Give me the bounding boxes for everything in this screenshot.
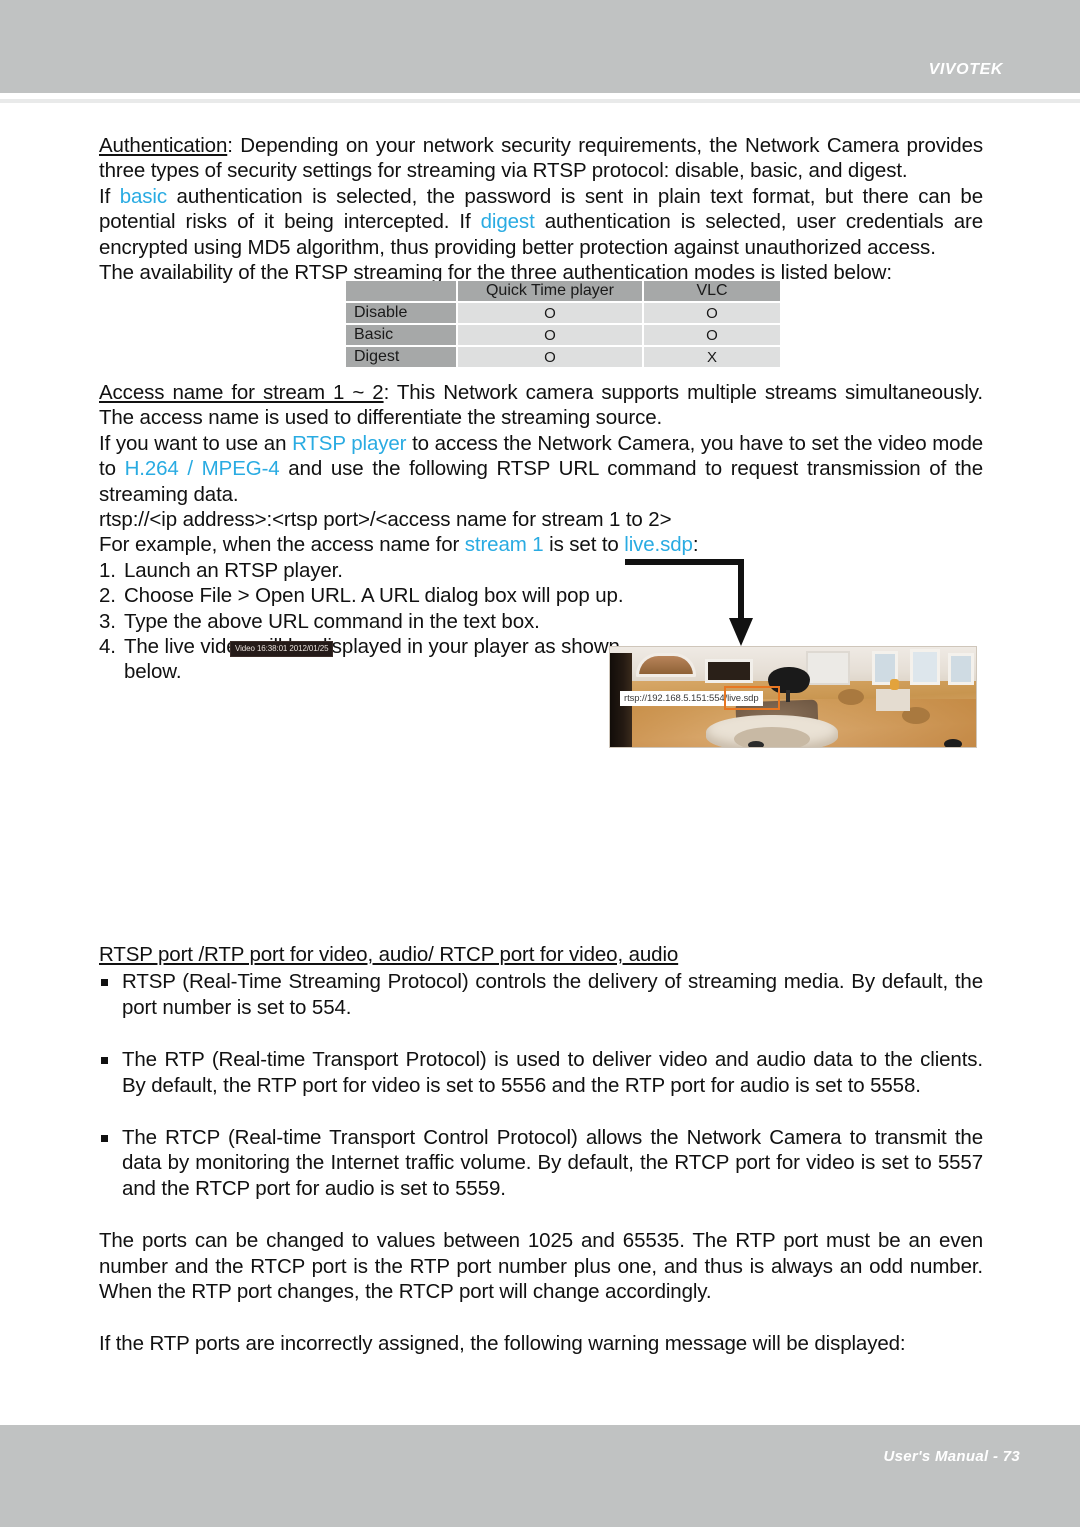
room-window <box>910 649 940 685</box>
example-text-2: is set to <box>543 533 625 557</box>
ports-warning-paragraph: If the RTP ports are incorrectly assigne… <box>99 1332 906 1356</box>
step-number: 2. <box>99 584 116 608</box>
step-text: Choose File > Open URL. A URL dialog box… <box>124 584 624 608</box>
step-number: 3. <box>99 609 116 633</box>
table-header-row: Quick Time player VLC <box>346 281 780 301</box>
column-header-vlc: VLC <box>644 281 780 301</box>
cell-digest-vlc: X <box>644 347 780 367</box>
rtsp-player-keyword: RTSP player <box>292 431 407 455</box>
rtsp-steps-list: 1. Launch an RTSP player. 2. Choose File >… <box>99 558 629 685</box>
ports-section: RTSP port /RTP port for video, audio/ RT… <box>99 942 983 1357</box>
page-footer-bar <box>0 1425 1080 1527</box>
arrow-icon <box>625 559 753 646</box>
basic-digest-paragraph: If basic authentication is selected, the… <box>99 184 983 260</box>
room-shelf <box>806 651 850 685</box>
live-video-screenshot: rtsp://192.168.5.151:554/live.sdp <box>609 646 977 748</box>
example-text-3: : <box>692 533 699 557</box>
cell-basic-quicktime: O <box>458 325 642 345</box>
room-lamp <box>890 679 899 690</box>
cell-basic-vlc: O <box>644 325 780 345</box>
room-arch-shelving <box>636 653 696 677</box>
step-number: 1. <box>99 558 116 582</box>
header-divider-rule <box>0 99 1080 103</box>
example-text-1: For example, when the access name for <box>99 533 465 557</box>
authentication-body: : Depending on your network security req… <box>99 134 983 183</box>
room-window <box>948 653 974 685</box>
row-header-digest: Digest <box>346 347 456 367</box>
cell-digest-quicktime: O <box>458 347 642 367</box>
list-item: The RTCP (Real-time Transport Control Pr… <box>99 1125 983 1201</box>
step-text: The live video will be displayed in your… <box>124 635 620 684</box>
h264-mpeg4-keyword: H.264 / MPEG-4 <box>124 457 280 481</box>
stream-1-keyword: stream 1 <box>464 533 544 557</box>
live-sdp-keyword: live.sdp <box>624 533 693 557</box>
ports-bullet-list: RTSP (Real-Time Streaming Protocol) cont… <box>99 969 983 1201</box>
step-number: 4. <box>99 635 116 659</box>
rtsp-player-paragraph: If you want to use an RTSP player to acc… <box>99 431 983 507</box>
basic-digest-text-1: If <box>99 184 120 208</box>
table-row: Basic O O <box>346 325 780 345</box>
video-timestamp-chip: Video 16:38:01 2012/01/25 <box>230 641 334 657</box>
step-text: Launch an RTSP player. <box>124 558 343 582</box>
column-header-quicktime: Quick Time player <box>458 281 642 301</box>
digest-keyword: digest <box>480 210 535 234</box>
rtsp-player-text-1: If you want to use an <box>99 431 293 455</box>
list-item: 1. Launch an RTSP player. <box>99 558 629 583</box>
list-item: 2. Choose File > Open URL. A URL dialog b… <box>99 583 629 608</box>
basic-keyword: basic <box>119 184 167 208</box>
room-fireplace <box>705 659 753 683</box>
ports-section-heading: RTSP port /RTP port for video, audio/ RT… <box>99 943 679 966</box>
list-item: 4. The live video will be displayed in yo… <box>99 634 629 685</box>
list-item: RTSP (Real-Time Streaming Protocol) cont… <box>99 969 983 1020</box>
access-name-section: Access name for stream 1 ~ 2: This Netwo… <box>99 380 983 685</box>
room-dark-object <box>944 739 962 747</box>
rtsp-url-template: rtsp://<ip address>:<rtsp port>/<access … <box>99 508 672 532</box>
cell-disable-vlc: O <box>644 303 780 323</box>
row-header-disable: Disable <box>346 303 456 323</box>
access-name-term: Access name for stream 1 ~ 2 <box>99 381 384 404</box>
authentication-term: Authentication <box>99 134 228 157</box>
table-corner-cell <box>346 281 456 301</box>
room-dark-object <box>748 741 764 747</box>
list-item: 3. Type the above URL command in the text… <box>99 609 629 634</box>
authentication-paragraph: Authentication: Depending on your networ… <box>99 133 983 184</box>
page-number-label: User's Manual - 73 <box>883 1448 1020 1465</box>
room-chair-leg <box>786 690 790 702</box>
table-row: Digest O X <box>346 347 780 367</box>
callout-arrow <box>625 556 755 648</box>
room-sofa-cushion <box>734 727 810 747</box>
page-header-bar <box>0 0 1080 93</box>
access-name-paragraph: Access name for stream 1 ~ 2: This Netwo… <box>99 380 983 431</box>
table-row: Disable O O <box>346 303 780 323</box>
vivotek-logo: VIVOTEK <box>928 61 1003 78</box>
rtsp-availability-table: Quick Time player VLC Disable O O Basic … <box>344 279 782 369</box>
step-text: Type the above URL command in the text b… <box>124 609 540 633</box>
room-pouf <box>838 689 864 705</box>
list-item: The RTP (Real-time Transport Protocol) i… <box>99 1047 983 1098</box>
example-paragraph: For example, when the access name for st… <box>99 532 983 557</box>
row-header-basic: Basic <box>346 325 456 345</box>
cell-disable-quicktime: O <box>458 303 642 323</box>
ports-range-paragraph: The ports can be changed to values betwe… <box>99 1229 983 1304</box>
live-sdp-highlight-box <box>724 686 780 710</box>
page-content: Authentication: Depending on your networ… <box>99 133 983 285</box>
room-side-table <box>876 689 910 711</box>
